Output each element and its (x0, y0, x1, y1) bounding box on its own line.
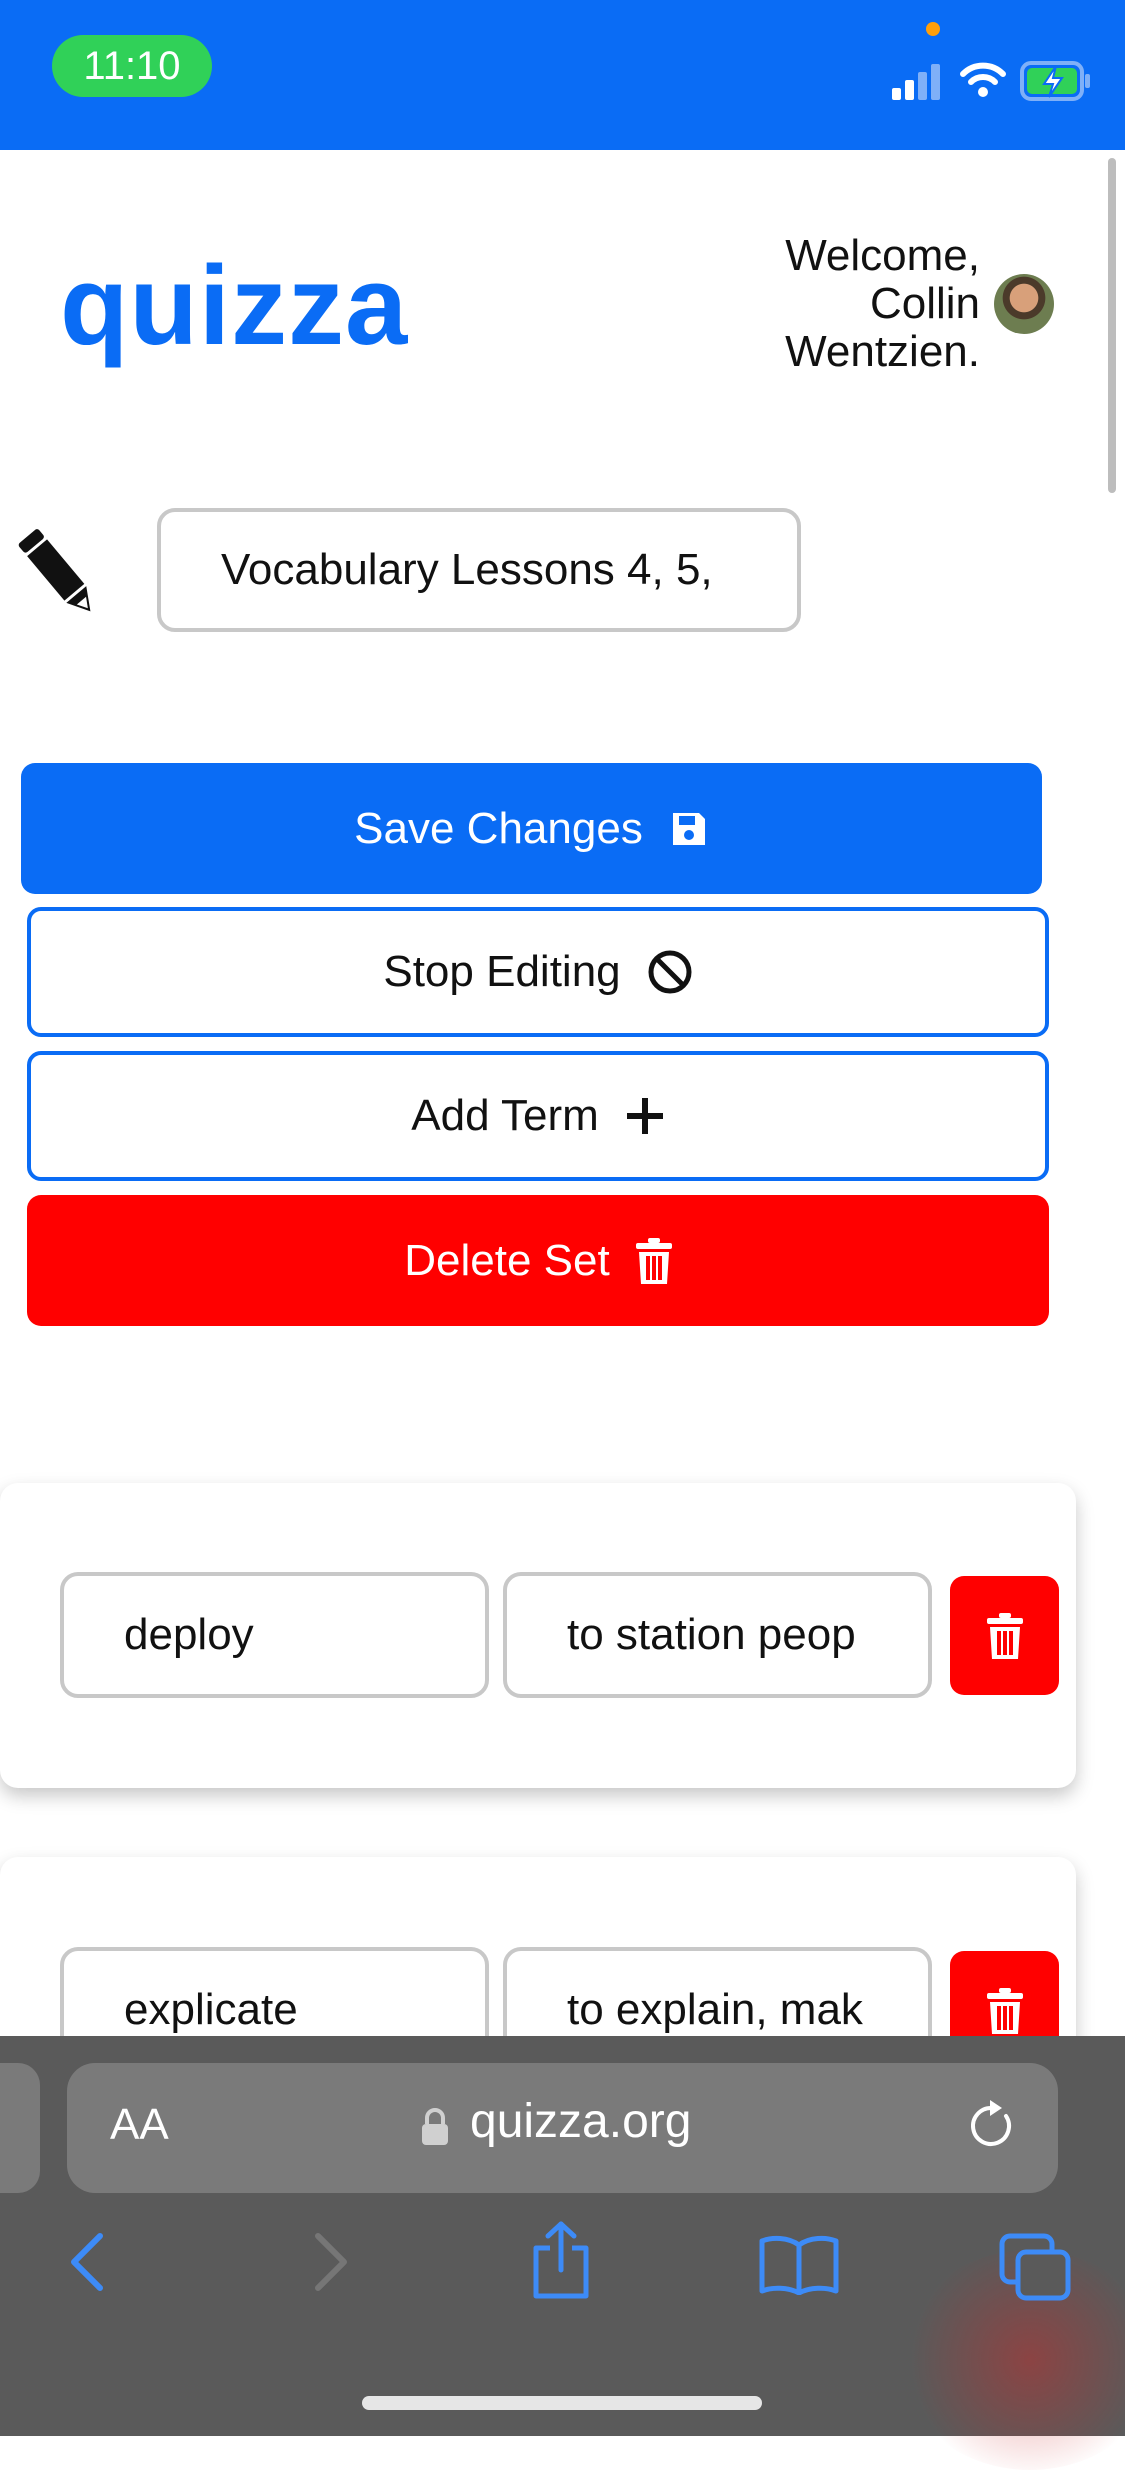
trash-icon (986, 1612, 1023, 1659)
status-time: 11:10 (52, 35, 212, 97)
bookmarks-icon[interactable] (758, 2235, 840, 2295)
definition-input[interactable] (503, 1572, 932, 1698)
add-term-button[interactable]: Add Term (27, 1051, 1049, 1181)
save-changes-button[interactable]: Save Changes (21, 763, 1042, 894)
pencil-icon (18, 529, 91, 612)
quizza-logo[interactable]: quizza (60, 250, 408, 362)
lock-icon (422, 2108, 448, 2145)
term-input[interactable] (60, 1572, 489, 1698)
share-icon[interactable] (528, 2220, 594, 2300)
delete-set-label: Delete Set (404, 1235, 610, 1285)
welcome-line: Welcome, (785, 231, 980, 280)
page-scrollbar[interactable] (1108, 158, 1116, 493)
trash-icon (986, 1987, 1023, 2034)
delete-term-button[interactable] (950, 1576, 1059, 1695)
back-icon[interactable] (64, 2230, 112, 2294)
save-changes-label: Save Changes (354, 803, 643, 853)
battery-charging-icon (1020, 61, 1090, 101)
ban-icon (648, 950, 692, 994)
url-text[interactable]: quizza.org (470, 2094, 691, 2149)
forward-icon[interactable] (306, 2230, 354, 2294)
delete-set-button[interactable]: Delete Set (27, 1195, 1049, 1326)
wifi-icon (960, 62, 1006, 97)
tabs-icon[interactable] (998, 2232, 1072, 2302)
welcome-line: Wentzien. (785, 327, 980, 376)
trash-icon (635, 1237, 672, 1284)
welcome-line: Collin (869, 279, 980, 328)
reader-options-button[interactable]: AA (110, 2100, 169, 2150)
plus-icon (626, 1098, 663, 1134)
previous-tab-stub[interactable] (0, 2063, 40, 2193)
cellular-signal-icon (892, 64, 940, 100)
stop-editing-button[interactable]: Stop Editing (27, 907, 1049, 1037)
set-title-input[interactable] (157, 508, 801, 632)
stop-editing-label: Stop Editing (383, 947, 621, 996)
floppy-disk-icon (672, 812, 705, 845)
home-indicator[interactable] (362, 2396, 762, 2410)
term-card (0, 1483, 1076, 1788)
welcome-message: Welcome, Collin Wentzien. (720, 232, 980, 376)
add-term-label: Add Term (411, 1091, 599, 1140)
user-avatar[interactable] (994, 274, 1054, 334)
reload-icon[interactable] (966, 2098, 1018, 2154)
privacy-indicator-dot (926, 22, 940, 36)
